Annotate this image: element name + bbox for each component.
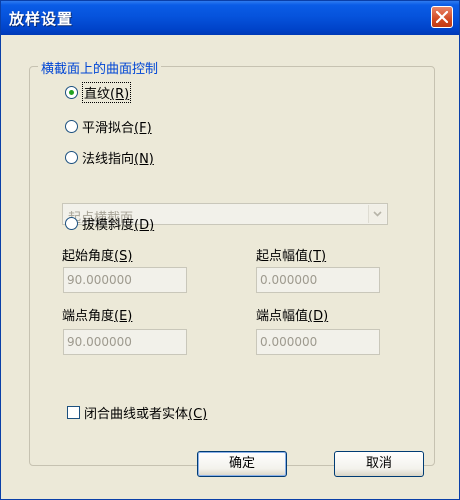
start-angle-label: 起始角度(S) xyxy=(62,245,132,264)
dropdown-button[interactable] xyxy=(368,205,386,223)
ruled-radio[interactable] xyxy=(65,86,78,99)
start-angle-hotkey: (S) xyxy=(114,249,133,264)
end-magnitude-hotkey: (D) xyxy=(308,309,329,324)
end-angle-input[interactable] xyxy=(67,331,182,353)
draft-angle-label: 拔模斜度 xyxy=(82,218,135,233)
normal-to-option[interactable]: 法线指向(N) xyxy=(65,148,154,167)
end-magnitude-label: 端点幅值(D) xyxy=(256,305,328,324)
ruled-hotkey: (R) xyxy=(110,87,130,102)
start-magnitude-hotkey: (T) xyxy=(308,249,327,264)
start-angle-field[interactable] xyxy=(63,267,187,293)
smooth-fit-radio[interactable] xyxy=(65,120,78,133)
draft-angle-radio[interactable] xyxy=(65,217,78,230)
smooth-fit-option[interactable]: 平滑拟合(F) xyxy=(65,117,152,136)
end-angle-hotkey: (E) xyxy=(114,309,133,324)
start-magnitude-label: 起点幅值(T) xyxy=(256,245,326,264)
ruled-label: 直纹 xyxy=(84,87,111,102)
window-title: 放样设置 xyxy=(9,10,74,28)
close-icon xyxy=(436,11,448,23)
ok-button[interactable]: 确定 xyxy=(197,451,287,477)
smooth-fit-label: 平滑拟合 xyxy=(82,121,135,136)
close-button[interactable] xyxy=(431,6,453,28)
ruled-option[interactable]: 直纹(R) xyxy=(65,82,132,103)
chevron-down-icon xyxy=(373,211,382,217)
end-angle-label-text: 端点角度 xyxy=(62,309,115,324)
start-magnitude-input[interactable] xyxy=(260,269,375,291)
normal-to-radio[interactable] xyxy=(65,151,78,164)
dialog-body: 横截面上的曲面控制 直纹(R) 平滑拟合(F) 法线指向(N) 起点横截面 拔模… xyxy=(4,35,456,496)
ruled-label-focus: 直纹(R) xyxy=(82,82,132,103)
close-surface-label: 闭合曲线或者实体 xyxy=(84,407,189,422)
close-surface-checkbox[interactable] xyxy=(67,406,80,419)
smooth-fit-hotkey: (F) xyxy=(134,121,152,136)
draft-angle-hotkey: (D) xyxy=(134,218,155,233)
end-magnitude-label-text: 端点幅值 xyxy=(256,309,309,324)
start-angle-label-text: 起始角度 xyxy=(62,249,115,264)
normal-to-hotkey: (N) xyxy=(134,152,154,167)
end-magnitude-field[interactable] xyxy=(256,329,380,355)
start-magnitude-field[interactable] xyxy=(256,267,380,293)
end-magnitude-input[interactable] xyxy=(260,331,375,353)
end-angle-field[interactable] xyxy=(63,329,187,355)
end-angle-label: 端点角度(E) xyxy=(62,305,132,324)
cancel-button[interactable]: 取消 xyxy=(334,451,424,477)
close-surface-option[interactable]: 闭合曲线或者实体(C) xyxy=(67,403,207,422)
title-bar[interactable]: 放样设置 xyxy=(1,1,459,35)
group-title: 横截面上的曲面控制 xyxy=(38,58,162,77)
normal-to-label: 法线指向 xyxy=(82,152,135,167)
start-angle-input[interactable] xyxy=(67,269,182,291)
close-surface-hotkey: (C) xyxy=(188,407,208,422)
start-magnitude-label-text: 起点幅值 xyxy=(256,249,309,264)
draft-angle-option[interactable]: 拔模斜度(D) xyxy=(65,214,154,233)
loft-settings-dialog: 放样设置 横截面上的曲面控制 直纹(R) 平滑拟合(F) 法线指向(N) 起点横… xyxy=(0,0,460,500)
